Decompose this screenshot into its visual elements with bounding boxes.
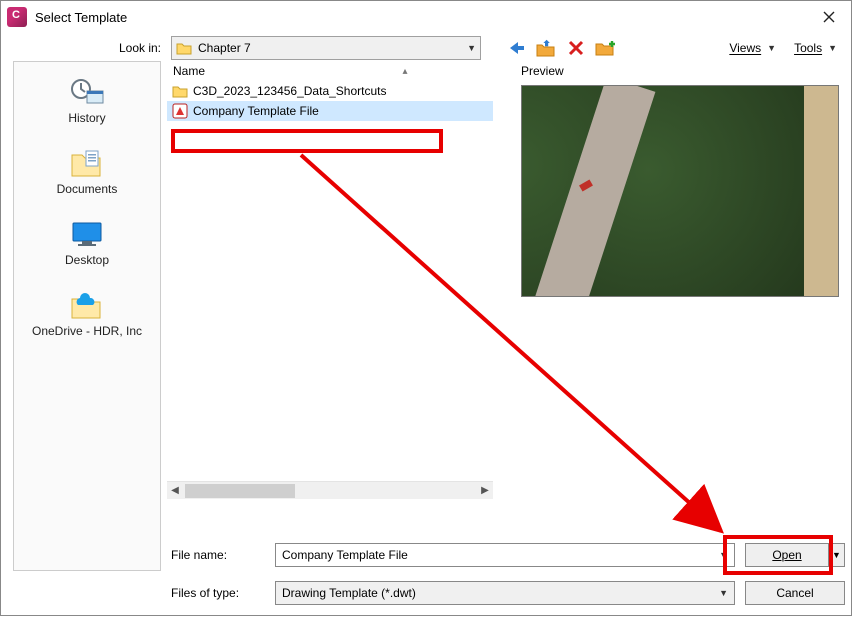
place-desktop-label: Desktop [65, 253, 109, 267]
place-history[interactable]: History [14, 68, 160, 139]
lookin-label: Look in: [1, 41, 171, 55]
file-list-pane: Name ▴ C3D_2023_123456_Data_Shortcuts Co… [167, 61, 493, 571]
filetype-row: Files of type: Drawing Template (*.dwt) … [171, 581, 845, 605]
up-button[interactable] [535, 38, 557, 58]
title-bar: Select Template [1, 1, 851, 33]
close-button[interactable] [807, 1, 851, 33]
bottom-form: File name: Company Template File ▼ Open … [171, 543, 845, 605]
cancel-label: Cancel [776, 586, 813, 600]
preview-pane: Preview [499, 61, 839, 571]
filename-combo[interactable]: Company Template File ▼ [275, 543, 735, 567]
list-item-selected[interactable]: Company Template File [167, 101, 493, 121]
preview-label: Preview [521, 61, 839, 81]
list-header[interactable]: Name ▴ [167, 61, 493, 81]
lookin-value: Chapter 7 [198, 41, 251, 55]
chevron-down-icon: ▼ [719, 550, 728, 560]
filetype-value: Drawing Template (*.dwt) [282, 586, 416, 600]
filetype-label: Files of type: [171, 586, 275, 600]
app-icon [7, 7, 27, 27]
open-label: Open [772, 548, 801, 562]
back-button[interactable] [505, 38, 527, 58]
window-title: Select Template [35, 10, 807, 25]
open-dropdown[interactable]: ▼ [829, 543, 845, 567]
scroll-right-icon[interactable]: ▶ [477, 485, 493, 496]
body: History Documents [1, 61, 851, 571]
open-button[interactable]: Open [745, 543, 829, 567]
place-onedrive-label: OneDrive - HDR, Inc [32, 324, 142, 338]
cancel-button[interactable]: Cancel [745, 581, 845, 605]
arrow-left-icon [506, 40, 526, 56]
scroll-thumb[interactable] [185, 484, 295, 498]
filename-label: File name: [171, 548, 275, 562]
preview-image [521, 85, 839, 297]
place-documents-label: Documents [57, 182, 118, 196]
place-documents[interactable]: Documents [14, 139, 160, 210]
documents-icon [69, 147, 105, 179]
place-desktop[interactable]: Desktop [14, 210, 160, 281]
folder-icon [171, 83, 189, 99]
place-history-label: History [68, 111, 105, 125]
history-icon [69, 76, 105, 108]
filetype-combo[interactable]: Drawing Template (*.dwt) ▼ [275, 581, 735, 605]
nav-tools [505, 38, 617, 58]
x-red-icon [568, 40, 584, 56]
file-list[interactable]: C3D_2023_123456_Data_Shortcuts Company T… [167, 81, 493, 481]
filename-value: Company Template File [282, 548, 408, 562]
lookin-combo[interactable]: Chapter 7 ▼ [171, 36, 481, 60]
filename-row: File name: Company Template File ▼ Open … [171, 543, 845, 567]
tools-menu[interactable]: Tools ▼ [794, 41, 837, 55]
list-item[interactable]: C3D_2023_123456_Data_Shortcuts [167, 81, 493, 101]
cancel-button-group: Cancel [745, 581, 845, 605]
close-icon [823, 11, 835, 23]
hscrollbar[interactable]: ◀ ▶ [167, 481, 493, 499]
chevron-down-icon: ▼ [828, 43, 837, 53]
desktop-icon [69, 218, 105, 250]
toolbar: Look in: Chapter 7 ▼ Views [1, 33, 851, 61]
scroll-left-icon[interactable]: ◀ [167, 485, 183, 496]
places-bar: History Documents [13, 61, 161, 571]
chevron-down-icon: ▼ [467, 43, 476, 53]
onedrive-icon [69, 289, 105, 321]
tools-label: Tools [794, 41, 822, 55]
sort-indicator-icon: ▴ [317, 66, 493, 77]
item-name: C3D_2023_123456_Data_Shortcuts [193, 84, 386, 98]
chevron-down-icon: ▼ [719, 588, 728, 598]
delete-button[interactable] [565, 38, 587, 58]
folder-icon [176, 41, 192, 55]
chevron-down-icon: ▼ [767, 43, 776, 53]
menu-bar: Views ▼ Tools ▼ [729, 41, 837, 55]
folder-up-icon [536, 39, 556, 57]
dwt-file-icon [171, 103, 189, 119]
open-button-group: Open ▼ [745, 543, 845, 567]
col-name[interactable]: Name [167, 64, 317, 78]
place-onedrive[interactable]: OneDrive - HDR, Inc [14, 281, 160, 352]
item-name: Company Template File [193, 104, 319, 118]
folder-new-icon [595, 39, 617, 57]
new-folder-button[interactable] [595, 38, 617, 58]
views-label: Views [729, 41, 761, 55]
views-menu[interactable]: Views ▼ [729, 41, 776, 55]
